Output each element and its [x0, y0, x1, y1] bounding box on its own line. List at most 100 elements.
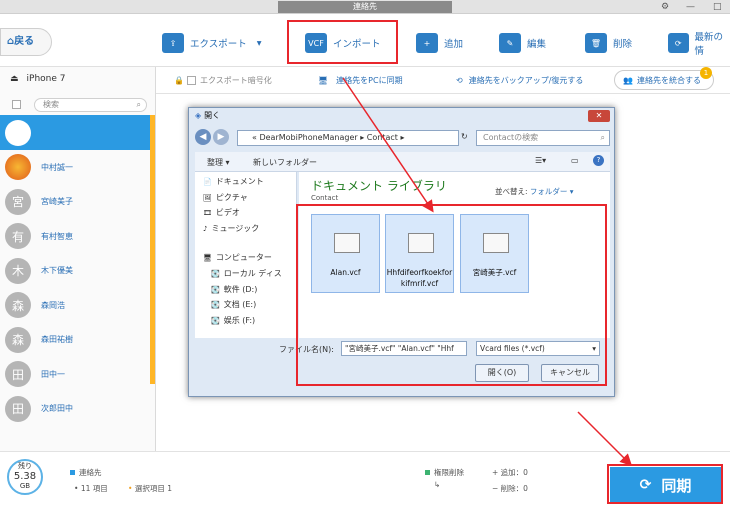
view-options-icon[interactable]: ☰▾ [535, 156, 546, 165]
nav-item[interactable]: 💽 ローカル ディス [211, 268, 282, 279]
storage-value: 5.38 [13, 471, 37, 482]
drive-icon: 💽 [211, 269, 220, 278]
search-icon: ⌕ [136, 100, 141, 109]
nav-item[interactable]: 🎞 ビデオ [203, 207, 240, 218]
contact-list-item[interactable]: 有有村智恵 [0, 219, 150, 254]
chevron-down-icon[interactable]: ▾ [257, 38, 262, 49]
avatar [5, 119, 31, 146]
contact-name: 次郎田中 [41, 404, 73, 413]
nav-item-label: コンピューター [215, 253, 272, 262]
nav-item[interactable]: 💽 文档 (E:) [211, 299, 256, 310]
back-arrow-icon[interactable]: ◀ [195, 129, 211, 145]
nav-item[interactable]: 📄 ドキュメント [203, 176, 264, 187]
contact-name: 森田祐樹 [41, 335, 73, 344]
drive-icon: 💽 [211, 285, 220, 294]
import-highlight [287, 20, 398, 64]
maximize-icon[interactable]: □ [713, 0, 722, 14]
edit-button[interactable]: ✎ 編集 [499, 30, 546, 56]
eject-icon: ⏏ [10, 74, 19, 84]
preview-pane-icon[interactable]: ▭ [571, 156, 579, 165]
contact-list-item[interactable]: 森森岡浩 [0, 288, 150, 323]
checkbox[interactable] [186, 76, 196, 85]
dialog-close-button[interactable]: ✕ [588, 110, 610, 122]
device-row[interactable]: ⏏ iPhone 7 [10, 74, 65, 84]
merge-button[interactable]: 👥 連絡先を統合する [614, 70, 714, 90]
contact-list-item[interactable] [0, 115, 150, 150]
search-icon: ⌕ [600, 133, 605, 142]
nav-item[interactable]: 💽 娱乐 (F:) [211, 315, 255, 326]
contact-list-item[interactable]: 宮 宮崎美子 [0, 184, 150, 219]
avatar: 木 [5, 257, 31, 284]
minimize-icon[interactable]: — [686, 0, 695, 14]
library-subtitle: Contact [311, 194, 339, 202]
delete-button[interactable]: 🗑 削除 [585, 30, 632, 56]
merge-arrow-icon: ↳ [434, 480, 441, 489]
selected-count: • 選択項目 1 [128, 484, 172, 493]
add-contact-icon: + [416, 33, 438, 53]
back-button[interactable]: ⌂戻る [0, 28, 52, 56]
dialog-search-input[interactable]: Contactの検索 ⌕ [476, 130, 610, 146]
storage-label: 残り [18, 462, 32, 470]
deleted-count: − 削除：0 [492, 484, 528, 493]
drive-icon: 💽 [211, 316, 220, 325]
nav-item[interactable]: 🖼 ピクチャ [203, 192, 248, 203]
export-password-toggle[interactable]: 🔒 エクスポート暗号化 [174, 75, 272, 86]
refresh-path-icon[interactable]: ↻ [461, 132, 468, 141]
nav-item-label: ピクチャ [215, 193, 248, 202]
contact-list-item[interactable]: 森 森田祐樹 [0, 322, 150, 357]
edit-label: 編集 [527, 39, 547, 50]
avatar: 森 [5, 292, 31, 318]
nav-item-label: ミュージック [211, 224, 260, 233]
nav-item-label: ローカル ディス [223, 269, 282, 278]
address-bar[interactable]: « DearMobiPhoneManager ▸ Contact ▸ [237, 130, 459, 146]
title-bar: 連絡先 ⚙ — □ [0, 0, 730, 14]
picture-icon: 🖼 [203, 193, 212, 202]
contact-list-item[interactable]: 田 次郎田中 [0, 391, 150, 426]
add-button[interactable]: + 追加 [416, 30, 463, 56]
contact-name: 森岡浩 [41, 300, 65, 310]
command-bar: 整理 ▾ 新しいフォルダー ☰▾ ▭ ? [195, 152, 610, 172]
export-button[interactable]: ⇪ エクスポート ▾ [162, 30, 262, 56]
avatar: 森 [5, 326, 31, 353]
forward-arrow-icon[interactable]: ▶ [213, 129, 229, 145]
help-icon[interactable]: ? [593, 155, 604, 166]
merge-label: 連絡先を統合する [636, 75, 701, 85]
nav-item-label: ドキュメント [215, 177, 264, 186]
dialog-title: ◈ 開く [195, 111, 221, 120]
refresh-icon: ⟳ [668, 33, 689, 53]
contact-name: 田中一 [41, 369, 65, 379]
storage-gauge: 残り 5.38 GB [7, 459, 43, 495]
device-name: iPhone 7 [26, 74, 66, 84]
sync-highlight [607, 464, 723, 504]
back-label: 戻る [14, 36, 35, 47]
sync-pc-button[interactable]: 🖥 連絡先をPCに同期 [318, 75, 403, 86]
avatar: 宮 [5, 188, 31, 215]
sort-control[interactable]: 並べ替え: フォルダー ▾ [495, 186, 574, 197]
refresh-button[interactable]: ⟳ 最新の情 [668, 30, 730, 57]
add-label: 追加 [444, 39, 464, 50]
contact-list-item[interactable]: 中村誠一 [0, 150, 150, 185]
scrollbar[interactable] [150, 115, 155, 384]
settings-icon[interactable]: ⚙ [661, 0, 669, 14]
backup-button[interactable]: ⟲ 連絡先をバックアップ/復元する [456, 75, 583, 86]
computer-icon: 🖥 [203, 253, 212, 262]
new-folder-button[interactable]: 新しいフォルダー [253, 157, 317, 168]
contact-list-item[interactable]: 田田中一 [0, 357, 150, 392]
nav-item[interactable]: 💽 軟件 (D:) [211, 284, 257, 295]
select-all-checkbox[interactable] [12, 100, 21, 109]
items-count: • 11 項目 [74, 484, 108, 493]
export-label: エクスポート [190, 39, 247, 50]
folder-icon: ◈ [195, 111, 202, 120]
nav-item[interactable]: ♪ ミュージック [203, 223, 259, 234]
organize-button[interactable]: 整理 ▾ [207, 157, 230, 168]
merge-badge: 1 [700, 67, 712, 79]
nav-item[interactable]: 🖥 コンピューター [203, 252, 272, 263]
contact-list-item[interactable]: 木 木下優美 [0, 253, 150, 288]
search-input[interactable]: 検索 ⌕ [34, 98, 147, 112]
backup-label: 連絡先をバックアップ/復元する [468, 76, 584, 85]
delete-label: 削除 [613, 39, 633, 50]
nav-item-label: 娱乐 (F:) [223, 316, 256, 325]
avatar [5, 154, 31, 180]
avatar: 田 [5, 361, 31, 387]
library-title: ドキュメント ライブラリ [311, 179, 447, 193]
